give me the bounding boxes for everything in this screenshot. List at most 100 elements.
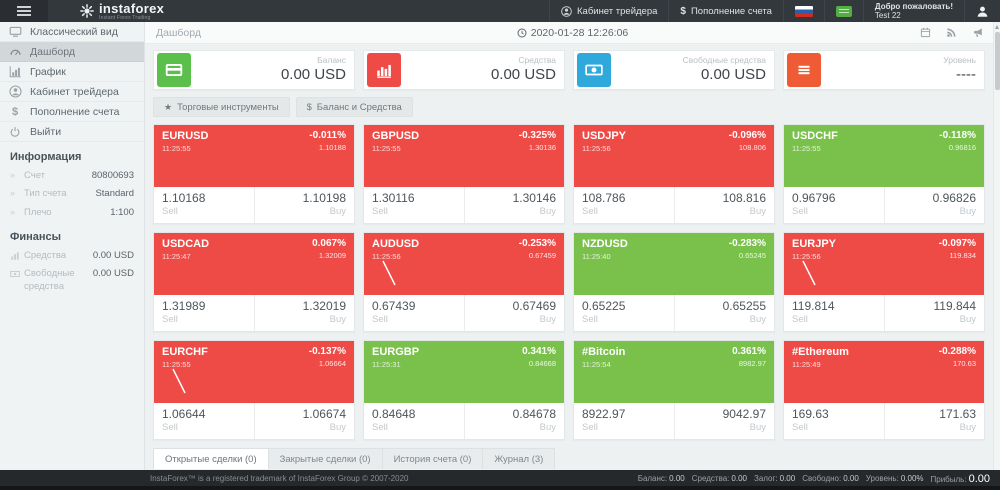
instrument-tile[interactable]: USDCHF 11:25:55 -0.118% 0.96816 0.96796 … xyxy=(783,124,985,224)
sidebar-item-deposit[interactable]: $ Пополнение счета xyxy=(0,102,144,122)
buy-price: 1.30146 xyxy=(473,191,557,206)
buy-button[interactable]: 1.06674 Buy xyxy=(255,403,355,439)
buy-label: Buy xyxy=(263,314,347,326)
sell-button[interactable]: 0.84648 Sell xyxy=(364,403,465,439)
bottom-tab[interactable]: История счета (0) xyxy=(382,448,483,469)
instrument-symbol: EURUSD xyxy=(162,130,208,142)
buy-button[interactable]: 0.65255 Buy xyxy=(675,295,775,331)
chat-button[interactable] xyxy=(824,0,863,22)
hamburger-icon xyxy=(17,6,31,16)
sell-button[interactable]: 119.814 Sell xyxy=(784,295,885,331)
balance-funds-button[interactable]: $ Баланс и Средства xyxy=(296,97,413,117)
footer-stat-label: Баланс: xyxy=(638,474,667,483)
sell-button[interactable]: 1.06644 Sell xyxy=(154,403,255,439)
buy-button[interactable]: 0.84678 Buy xyxy=(465,403,565,439)
sell-price: 1.06644 xyxy=(162,407,246,422)
sidebar-item-classic-view[interactable]: Классический вид xyxy=(0,22,144,42)
sell-button[interactable]: 0.65225 Sell xyxy=(574,295,675,331)
avatar[interactable] xyxy=(964,0,1000,22)
instrument-tile-footer: 1.10168 Sell 1.10198 Buy xyxy=(154,187,354,223)
tab-label: Закрытые сделки (0) xyxy=(280,454,371,465)
sell-label: Sell xyxy=(792,206,876,218)
bottom-tab[interactable]: Закрытые сделки (0) xyxy=(268,448,382,469)
sell-price: 8922.97 xyxy=(582,407,666,422)
sell-button[interactable]: 108.786 Sell xyxy=(574,187,675,223)
bottom-tab[interactable]: Открытые сделки (0) xyxy=(153,448,268,469)
buy-button[interactable]: 0.96826 Buy xyxy=(885,187,985,223)
chevron-icon: » xyxy=(10,170,24,180)
instrument-tile[interactable]: EURGBP 11:25:31 0.341% 0.84668 0.84648 S… xyxy=(363,340,565,440)
instrument-tile[interactable]: #Ethereum 11:25:49 -0.288% 170.63 169.63… xyxy=(783,340,985,440)
instrument-tile[interactable]: #Bitcoin 11:25:54 0.361% 8982.97 8922.97… xyxy=(573,340,775,440)
footer-stat-value: 0.00 xyxy=(731,474,747,483)
language-flag-ru[interactable] xyxy=(783,0,824,22)
buy-button[interactable]: 1.10198 Buy xyxy=(255,187,355,223)
bottom-tab[interactable]: Журнал (3) xyxy=(482,448,555,469)
sell-button[interactable]: 0.67439 Sell xyxy=(364,295,465,331)
bar-chart-icon xyxy=(0,65,30,78)
instrument-quote-time: 11:25:49 xyxy=(792,360,849,369)
topbar: instaforex Instant Forex Trading Кабинет… xyxy=(0,0,1000,22)
header-icons xyxy=(920,27,984,38)
vertical-scrollbar[interactable] xyxy=(993,22,1000,470)
buy-button[interactable]: 9042.97 Buy xyxy=(675,403,775,439)
instrument-tile[interactable]: AUDUSD 11:25:56 -0.253% 0.67459 0.67439 … xyxy=(363,232,565,332)
instrument-quote-time: 11:25:55 xyxy=(372,144,419,153)
menu-toggle-button[interactable] xyxy=(0,0,48,22)
scroll-up-arrow-icon[interactable] xyxy=(995,25,999,29)
instrument-tile-header: EURJPY 11:25:56 -0.097% 119.834 xyxy=(784,233,984,295)
brand-logo[interactable]: instaforex Instant Forex Trading xyxy=(48,0,164,22)
sell-button[interactable]: 8922.97 Sell xyxy=(574,403,675,439)
topbar-cabinet-link[interactable]: Кабинет трейдера xyxy=(549,0,668,22)
buy-button[interactable]: 171.63 Buy xyxy=(885,403,985,439)
instrument-tile[interactable]: GBPUSD 11:25:55 -0.325% 1.30136 1.30116 … xyxy=(363,124,565,224)
buy-button[interactable]: 1.32019 Buy xyxy=(255,295,355,331)
instrument-symbol: USDJPY xyxy=(582,130,626,142)
sell-price: 1.10168 xyxy=(162,191,246,206)
instrument-tile-footer: 1.31989 Sell 1.32019 Buy xyxy=(154,295,354,331)
sell-button[interactable]: 1.30116 Sell xyxy=(364,187,465,223)
buy-price: 9042.97 xyxy=(683,407,767,422)
instrument-tile[interactable]: USDCAD 11:25:47 0.067% 1.32009 1.31989 S… xyxy=(153,232,355,332)
server-datetime: 2020-01-28 12:26:06 xyxy=(145,27,1000,39)
sell-label: Sell xyxy=(582,422,666,434)
monitor-icon xyxy=(0,25,30,38)
instrument-tile[interactable]: EURUSD 11:25:55 -0.011% 1.10188 1.10168 … xyxy=(153,124,355,224)
info-section-header: Информация xyxy=(0,142,144,167)
buy-button[interactable]: 1.30146 Buy xyxy=(465,187,565,223)
buy-button[interactable]: 119.844 Buy xyxy=(885,295,985,331)
sell-button[interactable]: 1.31989 Sell xyxy=(154,295,255,331)
sidebar-item-logout[interactable]: Выйти xyxy=(0,122,144,142)
footer-stat: Средства: 0.00 xyxy=(692,474,747,483)
footer: InstaForex™ is a registered trademark of… xyxy=(0,470,1000,490)
calendar-icon[interactable] xyxy=(920,27,931,38)
sell-button[interactable]: 0.96796 Sell xyxy=(784,187,885,223)
trading-instruments-button[interactable]: ★ Торговые инструменты xyxy=(153,97,290,117)
topbar-deposit-link[interactable]: $ Пополнение счета xyxy=(668,0,783,22)
instrument-tile[interactable]: EURJPY 11:25:56 -0.097% 119.834 119.814 … xyxy=(783,232,985,332)
instrument-change-percent: -0.137% xyxy=(309,346,346,357)
instrument-tile-header: EURUSD 11:25:55 -0.011% 1.10188 xyxy=(154,125,354,187)
sparkline xyxy=(798,257,828,291)
instrument-tile-header: EURCHF 11:25:55 -0.137% 1.06664 xyxy=(154,341,354,403)
buy-button[interactable]: 108.816 Buy xyxy=(675,187,775,223)
button-label: Торговые инструменты xyxy=(177,102,279,113)
rss-icon[interactable] xyxy=(946,27,957,38)
sidebar-item-dashboard[interactable]: Дашборд xyxy=(0,42,144,62)
instrument-last-price: 0.65245 xyxy=(729,251,766,260)
scrollbar-thumb[interactable] xyxy=(995,32,1000,90)
buy-button[interactable]: 0.67469 Buy xyxy=(465,295,565,331)
sell-button[interactable]: 1.10168 Sell xyxy=(154,187,255,223)
instrument-tile[interactable]: NZDUSD 11:25:40 -0.283% 0.65245 0.65225 … xyxy=(573,232,775,332)
instrument-tile[interactable]: USDJPY 11:25:56 -0.096% 108.806 108.786 … xyxy=(573,124,775,224)
megaphone-icon[interactable] xyxy=(972,27,984,38)
breadcrumb-bar: Дашборд 2020-01-28 12:26:06 xyxy=(145,22,1000,44)
sidebar-item-trader-cabinet[interactable]: Кабинет трейдера xyxy=(0,82,144,102)
sidebar-item-chart[interactable]: График xyxy=(0,62,144,82)
buy-label: Buy xyxy=(683,314,767,326)
buy-label: Buy xyxy=(473,206,557,218)
instrument-tile[interactable]: EURCHF 11:25:55 -0.137% 1.06664 1.06644 … xyxy=(153,340,355,440)
instrument-quote-time: 11:25:47 xyxy=(162,252,209,261)
sell-button[interactable]: 169.63 Sell xyxy=(784,403,885,439)
instrument-symbol: EURJPY xyxy=(792,238,836,250)
